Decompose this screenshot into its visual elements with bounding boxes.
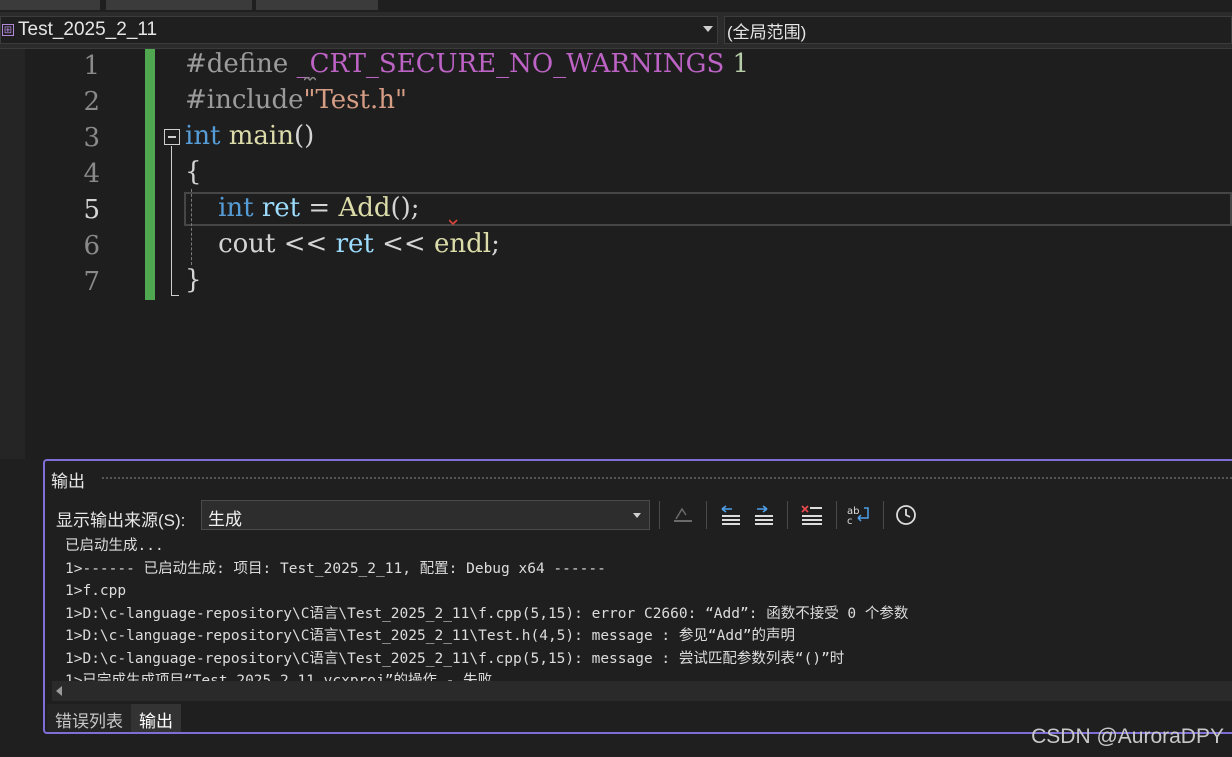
output-line: 1>D:\c-language-repository\C语言\Test_2025… (65, 628, 796, 644)
code-editor[interactable]: 1 2 3 4 5 6 7 #define _CRT_SECURE_NO_WAR… (25, 49, 1232, 459)
output-line: 1>D:\c-language-repository\C语言\Test_2025… (65, 650, 845, 667)
chevron-down-icon[interactable] (703, 26, 713, 32)
toolbar-separator (706, 501, 707, 529)
scroll-left-icon[interactable] (56, 686, 62, 696)
line-number: 3 (83, 123, 100, 153)
panel-drag-grip[interactable] (101, 476, 1232, 480)
timestamp-icon[interactable] (893, 502, 919, 528)
code-line-1[interactable]: #define _CRT_SECURE_NO_WARNINGS 1 (185, 49, 749, 79)
code-line-5[interactable]: int ret = Add(); (185, 193, 420, 223)
toolbar-separator (836, 501, 837, 529)
line-number: 1 (83, 51, 100, 81)
output-panel-tabs: 错误列表 输出 (47, 704, 181, 732)
output-line: 1>------ 已启动生成: 项目: Test_2025_2_11, 配置: … (65, 560, 606, 577)
output-source-select[interactable]: 生成 (201, 500, 650, 530)
fold-guide (171, 146, 172, 296)
project-dropdown[interactable]: ⊞ Test_2025_2_11 (0, 16, 718, 44)
scope-dropdown-label: (全局范围) (727, 22, 807, 42)
word-wrap-icon[interactable]: ab c (846, 502, 872, 528)
editor-left-margin (0, 49, 25, 459)
output-panel: 输出 显示输出来源(S): 生成 ab c 已启动生成... 1>------ 已… (43, 459, 1232, 734)
line-number-active: 5 (83, 195, 100, 225)
tab-error-list[interactable]: 错误列表 (47, 704, 131, 732)
svg-text:c: c (847, 516, 853, 526)
next-message-icon[interactable] (751, 502, 777, 528)
navigation-bar: ⊞ Test_2025_2_11 (全局范围) (0, 12, 1232, 49)
error-squiggle (449, 219, 458, 225)
toolbar-separator (659, 501, 660, 529)
collapse-icon[interactable] (164, 129, 180, 145)
output-panel-title: 输出 (51, 472, 85, 491)
code-line-2[interactable]: #include"Test.h" (185, 85, 407, 115)
output-line-error: 1>D:\c-language-repository\C语言\Test_2025… (65, 605, 909, 622)
document-tab[interactable] (106, 0, 252, 10)
squiggle-warning (304, 77, 316, 82)
goto-error-icon[interactable] (670, 502, 696, 528)
code-line-7[interactable]: } (185, 265, 202, 295)
project-file-icon: ⊞ (2, 24, 14, 36)
document-tab[interactable] (0, 0, 100, 10)
output-line: 1>f.cpp (65, 583, 127, 599)
fold-guide-end (171, 295, 179, 296)
prev-message-icon[interactable] (718, 502, 744, 528)
code-line-3[interactable]: int main() (185, 121, 314, 151)
output-text-area[interactable]: 已启动生成... 1>------ 已启动生成: 项目: Test_2025_2… (65, 535, 1225, 685)
output-source-value: 生成 (208, 510, 242, 529)
change-tracking-bar (145, 49, 155, 300)
line-number: 7 (83, 267, 100, 297)
code-line-6[interactable]: cout << ret << endl; (185, 229, 500, 259)
line-number: 4 (83, 159, 100, 189)
document-tab-strip (0, 0, 1232, 12)
project-dropdown-label: Test_2025_2_11 (18, 19, 158, 40)
tab-output[interactable]: 输出 (131, 704, 181, 732)
code-line-4[interactable]: { (185, 157, 202, 187)
document-tab[interactable] (256, 0, 378, 10)
output-source-label: 显示输出来源(S): (56, 511, 186, 530)
clear-all-icon[interactable] (799, 502, 825, 528)
chevron-down-icon (633, 513, 641, 518)
toolbar-separator (883, 501, 884, 529)
output-line: 已启动生成... (65, 538, 164, 554)
watermark: CSDN @AuroraDPY (1031, 725, 1224, 748)
line-number: 6 (83, 231, 100, 261)
line-number: 2 (83, 87, 100, 117)
horizontal-scrollbar[interactable] (52, 681, 1232, 701)
toolbar-separator (787, 501, 788, 529)
scope-dropdown[interactable]: (全局范围) (724, 16, 1232, 44)
